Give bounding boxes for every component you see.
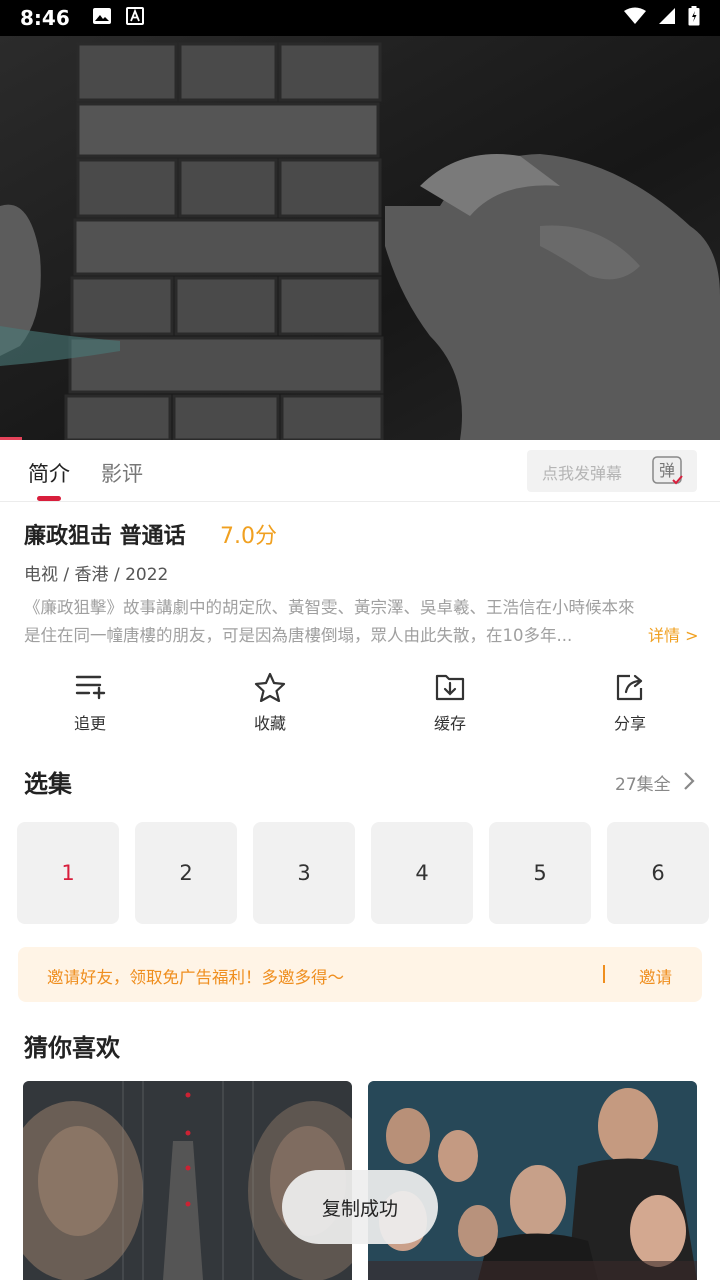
action-bar: 追更 收藏 缓存 分享 (0, 672, 720, 742)
show-score: 7.0分 (220, 524, 277, 549)
episode-item[interactable]: 2 (135, 822, 237, 924)
favorite-button[interactable]: 收藏 (220, 672, 320, 734)
danmaku-glyph: 弹 (659, 461, 675, 480)
invite-text: 邀请好友，领取免广告福利！多邀多得～ (47, 968, 344, 987)
show-title: 廉政狙击 普通话 (24, 524, 186, 549)
video-frame-image (0, 36, 720, 440)
invite-banner[interactable]: 邀请好友，领取免广告福利！多邀多得～ 邀请 (18, 947, 702, 1002)
wifi-icon (624, 7, 646, 29)
danmaku-placeholder: 点我发弹幕 (542, 464, 623, 483)
download-button[interactable]: 缓存 (400, 672, 500, 734)
favorite-label: 收藏 (253, 714, 286, 733)
star-icon (254, 672, 286, 702)
invite-button[interactable]: 邀请 (639, 964, 672, 988)
danmaku-input[interactable]: 点我发弹幕 弹 (527, 450, 697, 492)
share-button[interactable]: 分享 (580, 672, 680, 734)
image-icon (92, 7, 112, 29)
share-label: 分享 (613, 714, 646, 733)
episode-count[interactable]: 27集全 (615, 770, 671, 795)
chevron-right-icon[interactable] (682, 770, 696, 796)
video-player[interactable] (0, 36, 720, 440)
recommendations-title: 猜你喜欢 (24, 1034, 120, 1062)
show-description: 《廉政狙擊》故事講劇中的胡定欣、黃智雯、黃宗澤、吳卓羲、王浩信在小時候本來是住在… (24, 598, 635, 645)
playlist-add-icon (75, 675, 106, 700)
episode-item[interactable]: 3 (253, 822, 355, 924)
episode-item[interactable]: 1 (17, 822, 119, 924)
tab-intro[interactable]: 简介 (28, 458, 70, 488)
toast-message: 复制成功 (282, 1170, 438, 1244)
danmaku-toggle-icon[interactable]: 弹 (652, 456, 684, 486)
follow-label: 追更 (73, 714, 106, 733)
episodes-title: 选集 (24, 770, 72, 798)
share-icon (616, 674, 643, 701)
font-a-icon (125, 7, 144, 29)
detail-link[interactable]: 详情 > (648, 622, 699, 646)
episode-item[interactable]: 6 (607, 822, 709, 924)
download-folder-icon (435, 674, 465, 701)
show-meta: 电视 / 香港 / 2022 (24, 565, 169, 585)
episode-item[interactable]: 4 (371, 822, 473, 924)
follow-button[interactable]: 追更 (40, 672, 140, 734)
battery-icon (688, 6, 700, 30)
episode-item[interactable]: 5 (489, 822, 591, 924)
episode-list: 1 2 3 4 5 6 (17, 822, 720, 924)
status-time: 8:46 (20, 6, 70, 30)
tabs-bar: 简介 影评 点我发弹幕 弹 (0, 440, 720, 502)
invite-divider (603, 965, 605, 983)
tab-review[interactable]: 影评 (101, 458, 143, 488)
status-bar: 8:46 (0, 0, 720, 36)
tab-active-indicator (37, 496, 61, 501)
signal-icon (658, 7, 676, 29)
download-label: 缓存 (433, 714, 466, 733)
